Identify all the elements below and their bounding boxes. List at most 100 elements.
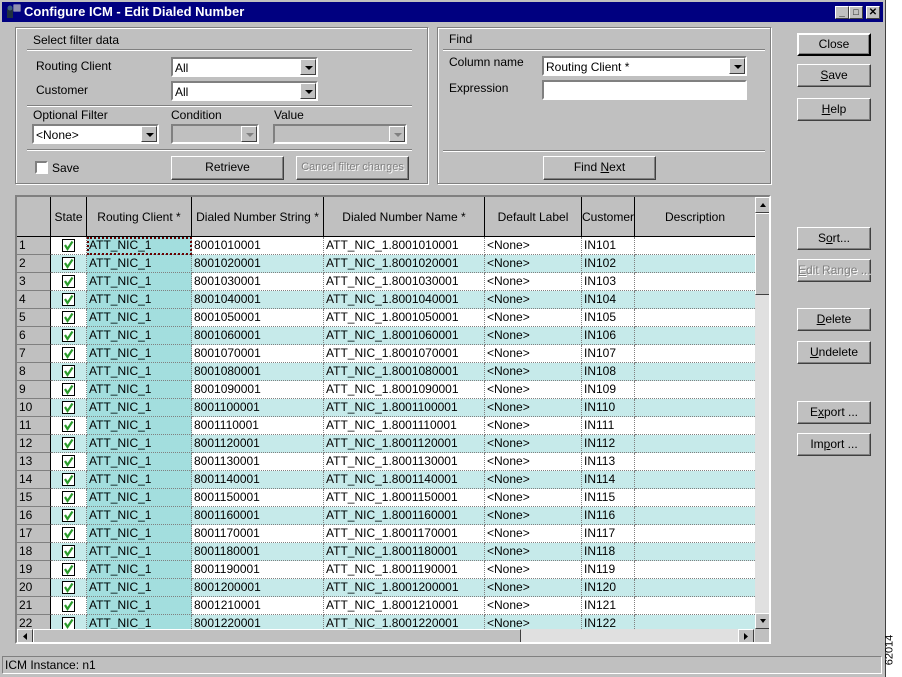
row-number[interactable]: 19 (17, 561, 51, 579)
chevron-down-icon[interactable] (300, 59, 316, 75)
dialed-number-string-cell[interactable]: 8001040001 (192, 291, 324, 309)
routing-client-cell[interactable]: ATT_NIC_1 (87, 237, 192, 255)
description-cell[interactable] (635, 381, 755, 399)
state-cell[interactable] (51, 237, 87, 255)
checkmark-icon[interactable] (62, 527, 75, 540)
state-cell[interactable] (51, 525, 87, 543)
default-label-cell[interactable]: <None> (485, 237, 582, 255)
row-number[interactable]: 20 (17, 579, 51, 597)
checkmark-icon[interactable] (62, 419, 75, 432)
table-row[interactable]: 17 ATT_NIC_1 8001170001 ATT_NIC_1.800117000… (17, 525, 755, 543)
default-label-cell[interactable]: <None> (485, 543, 582, 561)
horizontal-scroll-thumb[interactable] (33, 629, 521, 642)
retrieve-button[interactable]: Retrieve (171, 156, 284, 180)
default-label-cell[interactable]: <None> (485, 345, 582, 363)
row-number[interactable]: 12 (17, 435, 51, 453)
dialed-number-name-cell[interactable]: ATT_NIC_1.8001080001 (324, 363, 485, 381)
checkmark-icon[interactable] (62, 509, 75, 522)
state-cell[interactable] (51, 453, 87, 471)
dialed-number-string-cell[interactable]: 8001180001 (192, 543, 324, 561)
default-label-cell[interactable]: <None> (485, 507, 582, 525)
column-header-dialed-number-string[interactable]: Dialed Number String * (192, 197, 324, 237)
row-number[interactable]: 7 (17, 345, 51, 363)
state-cell[interactable] (51, 363, 87, 381)
dialed-number-name-cell[interactable]: ATT_NIC_1.8001050001 (324, 309, 485, 327)
chevron-down-icon[interactable] (300, 83, 316, 99)
description-cell[interactable] (635, 579, 755, 597)
table-row[interactable]: 1 ATT_NIC_1 8001010001 ATT_NIC_1.8001010001… (17, 237, 755, 255)
customer-cell[interactable]: IN117 (582, 525, 635, 543)
table-row[interactable]: 21 ATT_NIC_1 8001210001 ATT_NIC_1.800121000… (17, 597, 755, 615)
customer-cell[interactable]: IN111 (582, 417, 635, 435)
undelete-button[interactable]: Undelete (797, 341, 871, 364)
customer-cell[interactable]: IN105 (582, 309, 635, 327)
export-button[interactable]: Export ... (797, 401, 871, 424)
customer-cell[interactable]: IN118 (582, 543, 635, 561)
default-label-cell[interactable]: <None> (485, 291, 582, 309)
description-cell[interactable] (635, 543, 755, 561)
row-number[interactable]: 6 (17, 327, 51, 345)
row-number[interactable]: 9 (17, 381, 51, 399)
maximize-button[interactable]: □ (849, 6, 863, 19)
table-row[interactable]: 11 ATT_NIC_1 8001110001 ATT_NIC_1.800111000… (17, 417, 755, 435)
dialed-number-name-cell[interactable]: ATT_NIC_1.8001120001 (324, 435, 485, 453)
checkmark-icon[interactable] (62, 311, 75, 324)
default-label-cell[interactable]: <None> (485, 579, 582, 597)
state-cell[interactable] (51, 597, 87, 615)
row-number[interactable]: 1 (17, 237, 51, 255)
description-cell[interactable] (635, 507, 755, 525)
description-cell[interactable] (635, 309, 755, 327)
description-cell[interactable] (635, 327, 755, 345)
description-cell[interactable] (635, 417, 755, 435)
dialed-number-name-cell[interactable]: ATT_NIC_1.8001040001 (324, 291, 485, 309)
cancel-filter-changes-button[interactable]: Cancel filter changes (296, 156, 409, 180)
checkmark-icon[interactable] (62, 491, 75, 504)
sort-button[interactable]: Sort... (797, 227, 871, 250)
checkmark-icon[interactable] (62, 329, 75, 342)
state-cell[interactable] (51, 399, 87, 417)
dialed-number-string-cell[interactable]: 8001130001 (192, 453, 324, 471)
minimize-button[interactable]: _ (835, 6, 849, 19)
dialed-number-name-cell[interactable]: ATT_NIC_1.8001070001 (324, 345, 485, 363)
checkmark-icon[interactable] (62, 455, 75, 468)
table-row[interactable]: 2 ATT_NIC_1 8001020001 ATT_NIC_1.8001020001… (17, 255, 755, 273)
routing-client-cell[interactable]: ATT_NIC_1 (87, 543, 192, 561)
routing-client-cell[interactable]: ATT_NIC_1 (87, 381, 192, 399)
table-row[interactable]: 16 ATT_NIC_1 8001160001 ATT_NIC_1.800116000… (17, 507, 755, 525)
column-header-description[interactable]: Description (635, 197, 755, 237)
default-label-cell[interactable]: <None> (485, 471, 582, 489)
dialed-number-name-cell[interactable]: ATT_NIC_1.8001090001 (324, 381, 485, 399)
close-button[interactable]: Close (797, 33, 871, 56)
routing-client-cell[interactable]: ATT_NIC_1 (87, 255, 192, 273)
dialed-number-string-cell[interactable]: 8001060001 (192, 327, 324, 345)
routing-client-cell[interactable]: ATT_NIC_1 (87, 345, 192, 363)
table-row[interactable]: 10 ATT_NIC_1 8001100001 ATT_NIC_1.800110000… (17, 399, 755, 417)
routing-client-cell[interactable]: ATT_NIC_1 (87, 435, 192, 453)
table-row[interactable]: 13 ATT_NIC_1 8001130001 ATT_NIC_1.800113000… (17, 453, 755, 471)
description-cell[interactable] (635, 363, 755, 381)
checkmark-icon[interactable] (62, 437, 75, 450)
save-filter-checkbox[interactable] (35, 161, 48, 174)
dialed-number-string-cell[interactable]: 8001150001 (192, 489, 324, 507)
edit-range-button[interactable]: Edit Range ... (797, 259, 871, 282)
dialed-number-string-cell[interactable]: 8001170001 (192, 525, 324, 543)
customer-cell[interactable]: IN106 (582, 327, 635, 345)
routing-client-cell[interactable]: ATT_NIC_1 (87, 561, 192, 579)
default-label-cell[interactable]: <None> (485, 399, 582, 417)
description-cell[interactable] (635, 453, 755, 471)
dialed-number-string-cell[interactable]: 8001110001 (192, 417, 324, 435)
dialed-number-string-cell[interactable]: 8001200001 (192, 579, 324, 597)
row-number[interactable]: 21 (17, 597, 51, 615)
description-cell[interactable] (635, 525, 755, 543)
checkmark-icon[interactable] (62, 581, 75, 594)
table-row[interactable]: 14 ATT_NIC_1 8001140001 ATT_NIC_1.800114000… (17, 471, 755, 489)
description-cell[interactable] (635, 615, 755, 629)
row-number[interactable]: 4 (17, 291, 51, 309)
routing-client-cell[interactable]: ATT_NIC_1 (87, 309, 192, 327)
dialed-number-string-cell[interactable]: 8001160001 (192, 507, 324, 525)
row-number[interactable]: 16 (17, 507, 51, 525)
column-header-state[interactable]: State (51, 197, 87, 237)
checkmark-icon[interactable] (62, 383, 75, 396)
checkmark-icon[interactable] (62, 347, 75, 360)
description-cell[interactable] (635, 489, 755, 507)
